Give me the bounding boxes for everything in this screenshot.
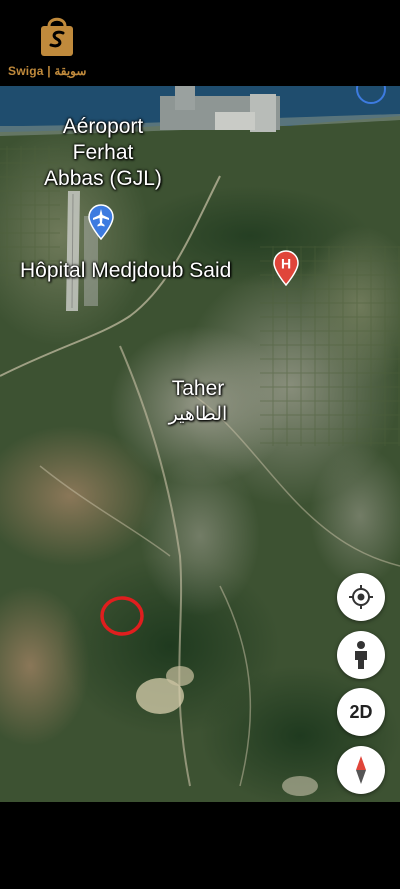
bottom-bar: [0, 802, 400, 889]
airport-label-line-1: Aéroport: [62, 115, 144, 138]
hospital-letter: H: [281, 256, 291, 272]
hospital-icon[interactable]: H: [273, 250, 299, 286]
town-label: Taher الطاهير: [148, 376, 248, 428]
town-label-arabic: الطاهير: [168, 404, 228, 425]
airport-label: Aéroport Ferhat Abbas (GJL): [28, 114, 178, 192]
airport-icon[interactable]: [88, 204, 114, 240]
town-label-latin: Taher: [171, 377, 225, 400]
my-location-icon: [349, 585, 373, 609]
compass-icon: [356, 756, 366, 784]
my-location-button[interactable]: [337, 573, 385, 621]
view-toggle-2d-button[interactable]: 2D: [337, 688, 385, 736]
hospital-label: Hôpital Medjdoub Said: [20, 259, 232, 282]
red-circle-marker: [100, 596, 144, 636]
compass-button[interactable]: [337, 746, 385, 794]
airport-label-line-2: Ferhat: [72, 141, 134, 164]
satellite-imagery: [0, 86, 400, 802]
brand-name: Swiga | سويقة: [8, 64, 87, 78]
top-bar: Swiga | سويقة: [0, 0, 400, 86]
street-view-button[interactable]: [337, 631, 385, 679]
airport-label-line-3: Abbas (GJL): [44, 167, 162, 190]
brand-logo: Swiga | سويقة: [8, 14, 98, 80]
shopping-bag-icon: [41, 17, 73, 56]
satellite-map[interactable]: Aéroport Ferhat Abbas (GJL) Hôpital Medj…: [0, 86, 400, 802]
street-view-icon: [355, 641, 367, 669]
